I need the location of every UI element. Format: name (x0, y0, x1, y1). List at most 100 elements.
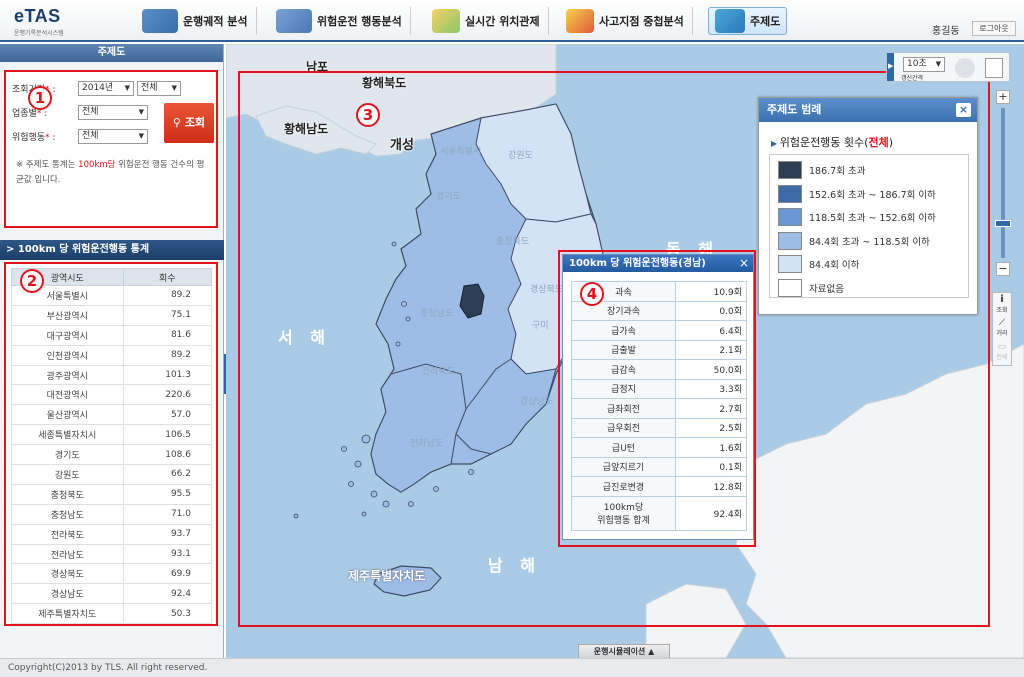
popup-value: 0.1회 (675, 456, 747, 477)
table-row[interactable]: 제주특별자치도 50.3 (11, 603, 213, 625)
count-cell: 89.2 (122, 344, 213, 366)
count-cell: 93.1 (122, 543, 213, 565)
table-row[interactable]: 전라북도 93.7 (11, 523, 213, 545)
popup-key: 급가속 (571, 320, 676, 341)
refresh-interval-select[interactable]: 10초 ▼ (903, 57, 945, 72)
map-view[interactable]: 남포 황해북도 황해남도 개성 서울특별시 강원도 경기도 충청북도 충청남도 … (226, 44, 1024, 658)
popup-close-button[interactable]: × (739, 256, 749, 270)
popup-value: 1.6회 (675, 437, 747, 458)
legend-sub-text: ) (888, 136, 893, 149)
info-icon: i (1000, 294, 1004, 305)
popup-value: 50.0회 (675, 359, 747, 380)
map-toolbar: ▶ 10초 ▼ 갱신간격 (886, 52, 1010, 82)
popup-key: 급출발 (571, 339, 676, 360)
region-cell: 제주특별자치도 (11, 603, 124, 625)
zoom-out-button[interactable]: − (996, 262, 1010, 276)
map-label-chungnam: 충청남도 (420, 309, 454, 319)
filter-row-risk: 위험행동* : 전체 ▼ (12, 129, 151, 144)
dropdown-arrow-icon: ▼ (138, 108, 144, 116)
logout-button[interactable]: 로그아웃 (972, 21, 1016, 36)
legend-label: 84.4회 초과 ~ 118.5회 이하 (809, 236, 930, 248)
list-icon[interactable] (985, 58, 1003, 78)
nav-trajectory[interactable]: 운행궤적 분석 (142, 7, 257, 35)
risk-select[interactable]: 전체 ▼ (78, 129, 148, 144)
region-cell: 경상북도 (11, 563, 124, 585)
jeonnam-province (370, 363, 467, 493)
region-popup: 100km 당 위험운전행동(경남) × 과속 10.9회 장기과속 0.0회 급가속 6… (562, 254, 754, 540)
table-row[interactable]: 대구광역시 81.6 (11, 324, 213, 346)
region-cell: 경상남도 (11, 583, 124, 605)
table-row[interactable]: 대전광역시 220.6 (11, 384, 213, 406)
logo[interactable]: eTAS 운행기록분석시스템 (14, 6, 64, 37)
legend-item: 84.4회 초과 ~ 118.5회 이하 (778, 230, 930, 252)
popup-value: 12.8회 (675, 476, 747, 497)
distance-tool[interactable]: ⟋ 거리 (993, 318, 1011, 340)
table-row[interactable]: 인천광역시 89.2 (11, 344, 213, 366)
legend-panel: 주제도 범례 × ▶ 위험운전행동 횟수(전체) 186.7회 초과 152.6회… (758, 97, 978, 315)
zoom-in-button[interactable]: + (996, 90, 1010, 104)
nav-risk-analysis[interactable]: 위험운전 행동분석 (276, 7, 411, 35)
table-row[interactable]: 경기도 108.6 (11, 444, 213, 466)
popup-row: 급출발 2.1회 (571, 339, 747, 360)
popup-value: 2.1회 (675, 339, 747, 360)
table-row[interactable]: 충청북도 95.5 (11, 483, 213, 505)
table-row[interactable]: 경상북도 69.9 (11, 563, 213, 585)
region-cell: 세종특별자치시 (11, 424, 124, 446)
count-cell: 69.9 (122, 563, 213, 585)
map-label-gyeongnam: 경상남도 (520, 397, 554, 407)
zoom-track[interactable] (1001, 108, 1005, 258)
map-label-gangwon: 강원도 (508, 151, 533, 161)
simulation-toggle-button[interactable]: 운행시뮬레이션 ▲ (578, 644, 670, 658)
year-select[interactable]: 2014년 ▼ (78, 81, 134, 96)
table-row[interactable]: 부산광역시 75.1 (11, 304, 213, 326)
popup-key: 과속 (571, 281, 676, 302)
map-label-gyeonggi: 경기도 (436, 192, 461, 202)
count-cell: 50.3 (122, 603, 213, 625)
region-cell: 충청남도 (11, 503, 124, 525)
table-row[interactable]: 세종특별자치시 106.5 (11, 424, 213, 446)
month-select[interactable]: 전체 ▼ (137, 81, 181, 96)
table-row[interactable]: 경상남도 92.4 (11, 583, 213, 605)
table-row[interactable]: 전라남도 93.1 (11, 543, 213, 565)
popup-key: 장기과속 (571, 300, 676, 321)
table-row[interactable]: 서울특별시 89.2 (11, 285, 213, 306)
legend-swatch (778, 278, 802, 297)
table-row[interactable]: 충청남도 71.0 (11, 503, 213, 525)
inquiry-tool[interactable]: i 조회 (993, 294, 1011, 316)
popup-title: 100km 당 위험운전행동(경남) (563, 255, 753, 272)
popup-row: 급정지 3.3회 (571, 378, 747, 399)
map-label-south-sea: 남 해 (488, 556, 542, 575)
region-cell: 대전광역시 (11, 384, 124, 406)
print-tool[interactable]: ▭ 인쇄 (993, 342, 1011, 364)
count-cell: 95.5 (122, 483, 213, 505)
separator: : (52, 85, 56, 95)
legend-close-button[interactable]: × (956, 103, 971, 117)
nav-accident[interactable]: 사고지점 중첩분석 (566, 7, 693, 35)
user-name: 홍길동 (932, 26, 960, 37)
toolbar-toggle[interactable]: ▶ (887, 53, 894, 81)
nav-realtime[interactable]: 실시간 위치관제 (432, 7, 549, 35)
legend-label: 186.7회 초과 (809, 166, 866, 177)
required-mark: * (45, 133, 50, 143)
type-value: 전체 (82, 107, 99, 117)
table-row[interactable]: 강원도 66.2 (11, 464, 213, 485)
region-cell: 충청북도 (11, 483, 124, 505)
type-select[interactable]: 전체 ▼ (78, 105, 148, 120)
popup-value: 6.4회 (675, 320, 747, 341)
refresh-interval-label: 갱신간격 (901, 75, 924, 82)
legend-label: 자료없음 (809, 283, 844, 295)
stat-table: 광역시도 회수 서울특별시 89.2 부산광역시 75.1 대구광역시 81.6 인천광역시… (11, 268, 213, 625)
popup-table: 과속 10.9회 장기과속 0.0회 급가속 6.4회 급출발 2.1회 급감속 50.0회 급정지… (571, 281, 747, 531)
nav-label: 사고지점 중첩분석 (599, 15, 684, 28)
zoom-handle[interactable] (995, 220, 1011, 227)
table-row[interactable]: 광주광역시 101.3 (11, 364, 213, 386)
chevron-right-icon: ▶ (888, 62, 894, 70)
search-button[interactable]: ⚲ 조회 (164, 103, 214, 143)
legend-item: 84.4회 이하 (778, 253, 859, 275)
side-tools: i 조회 ⟋ 거리 ▭ 인쇄 (992, 292, 1012, 366)
car-icon[interactable] (955, 58, 975, 78)
nav-thematic[interactable]: 주제도 (708, 7, 788, 35)
region-cell: 광주광역시 (11, 364, 124, 386)
table-row[interactable]: 울산광역시 57.0 (11, 404, 213, 426)
region-cell: 강원도 (11, 464, 124, 485)
